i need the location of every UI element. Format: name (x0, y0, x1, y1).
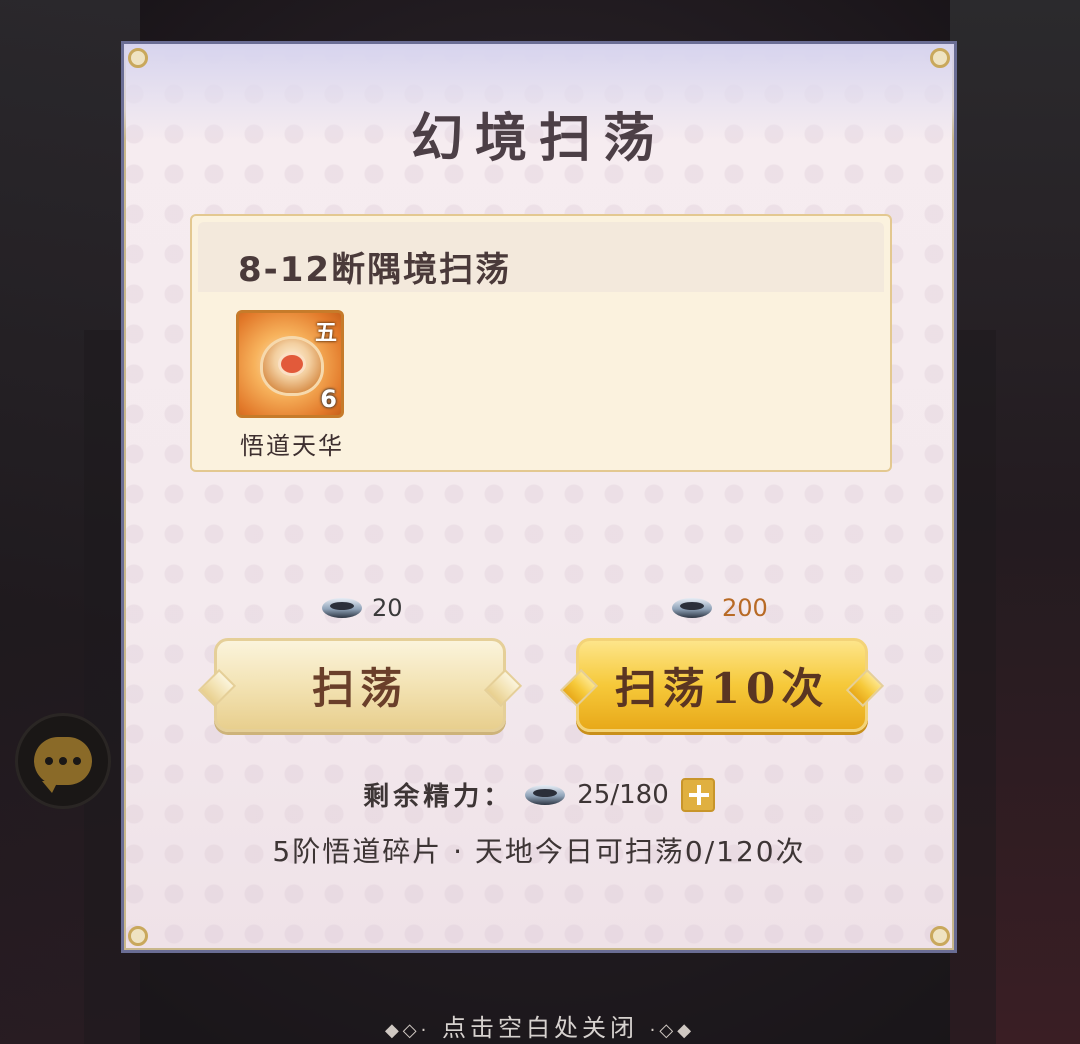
chat-bubble-icon (34, 737, 92, 793)
close-hint[interactable]: ◆◇· 点击空白处关闭 ·◇◆ (0, 1008, 1080, 1043)
plus-icon[interactable] (680, 777, 715, 812)
sweep-ten-cost: 200 (672, 594, 768, 622)
stamina-icon (525, 783, 566, 807)
stamina-icon (672, 596, 712, 620)
stamina-icon (322, 596, 362, 620)
dao-fragment-icon: 五 6 (236, 310, 344, 418)
sweep-ten-label: 扫荡10次 (614, 663, 830, 713)
corner-ornament (128, 926, 148, 946)
chat-button[interactable] (18, 716, 108, 806)
corner-ornament (930, 926, 950, 946)
energy-value: 25/180 (577, 779, 669, 810)
energy-row: 剩余精力： 25/180 (124, 776, 954, 813)
corner-ornament (930, 48, 950, 68)
sweep-limit-note: 5阶悟道碎片 · 天地今日可扫荡0/120次 (272, 835, 806, 868)
sweep-once-button[interactable]: 扫荡 (197, 638, 523, 732)
energy-label: 剩余精力： (363, 782, 514, 812)
sweep-ten-cost-value: 200 (722, 594, 768, 622)
corner-ornament (128, 48, 148, 68)
reward-item[interactable]: 五 6 悟道天华 (236, 310, 348, 461)
close-hint-deco-right: ·◇◆ (649, 1020, 696, 1041)
close-hint-text: 点击空白处关闭 (442, 1014, 638, 1042)
stage-title: 8-12断隅境扫荡 (238, 250, 512, 290)
reward-tier: 五 (314, 320, 337, 346)
sweep-once-cost: 20 (322, 594, 403, 622)
sweep-once-label: 扫荡 (311, 663, 408, 713)
reward-count: 6 (320, 385, 337, 413)
dialog-title: 幻境扫荡 (410, 108, 667, 169)
close-hint-deco-left: ◆◇· (384, 1020, 431, 1041)
stage-card: 8-12断隅境扫荡 五 6 悟道天华 (190, 214, 892, 472)
stage-card-header: 8-12断隅境扫荡 (198, 222, 884, 292)
sweep-dialog: 幻境扫荡 8-12断隅境扫荡 五 6 悟道天华 20 200 扫荡 扫荡10次 … (121, 41, 957, 953)
sweep-ten-button[interactable]: 扫荡10次 (559, 638, 885, 732)
sweep-once-cost-value: 20 (372, 594, 403, 622)
reward-name: 悟道天华 (240, 432, 344, 460)
